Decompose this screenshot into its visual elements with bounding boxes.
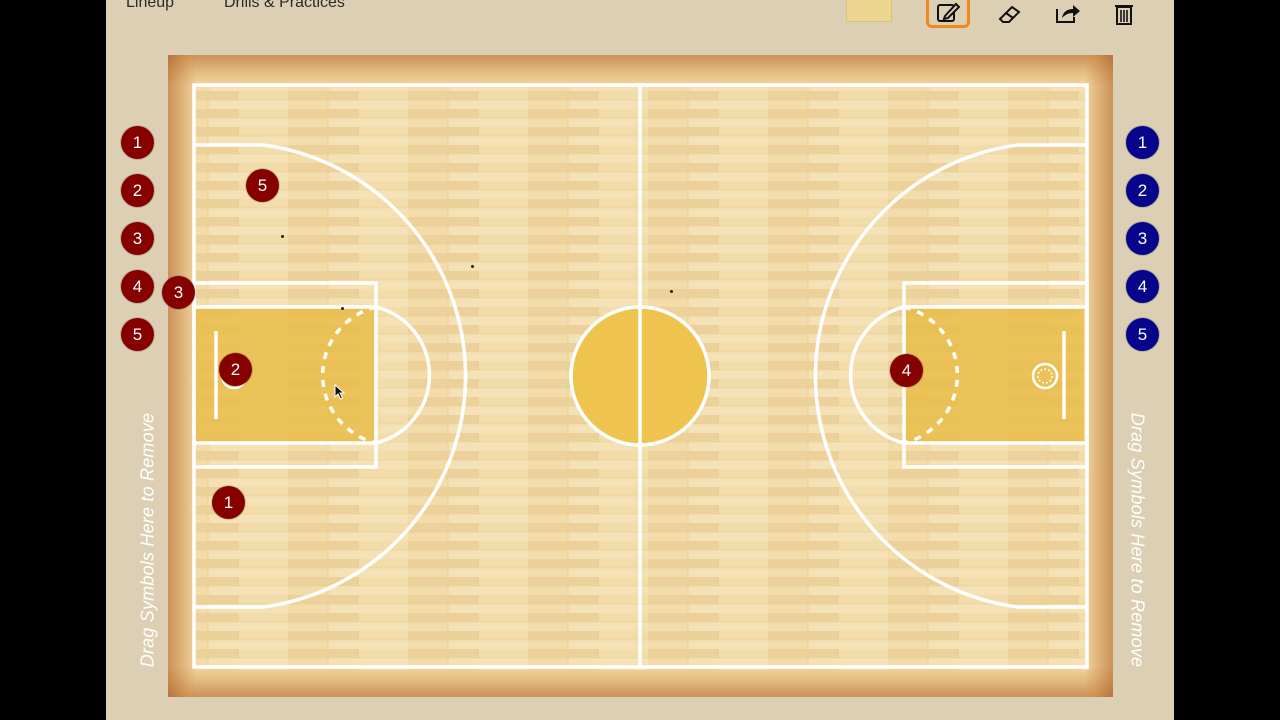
menu-drills-practices[interactable]: Drills & Practices <box>224 0 345 12</box>
red-bench-token[interactable]: 3 <box>121 222 154 255</box>
share-button[interactable] <box>1046 0 1090 28</box>
blue-bench-token[interactable]: 4 <box>1126 270 1159 303</box>
court-player-token[interactable]: 5 <box>246 169 279 202</box>
court-player-token[interactable]: 4 <box>890 354 923 387</box>
blue-bench-token[interactable]: 3 <box>1126 222 1159 255</box>
remove-zone-right[interactable]: Drag Symbols Here to Remove <box>1127 413 1148 668</box>
eraser-button[interactable] <box>988 0 1032 28</box>
eraser-icon <box>998 5 1021 23</box>
blue-bench-token[interactable]: 2 <box>1126 174 1159 207</box>
court-player-token[interactable]: 3 <box>162 276 195 309</box>
blue-bench-token[interactable]: 1 <box>1126 126 1159 159</box>
playbook-thumbnail[interactable] <box>846 0 892 22</box>
remove-zone-left[interactable]: Drag Symbols Here to Remove <box>138 413 159 668</box>
edit-icon <box>937 2 960 22</box>
trash-icon <box>1115 5 1133 25</box>
red-bench-token[interactable]: 2 <box>121 174 154 207</box>
red-bench-token[interactable]: 1 <box>121 126 154 159</box>
court-marker-dot <box>341 307 344 310</box>
court-lines <box>192 83 1089 670</box>
mouse-cursor-icon <box>334 384 346 400</box>
basketball-court[interactable] <box>168 55 1113 697</box>
red-bench-token[interactable]: 5 <box>121 318 154 351</box>
court-marker-dot <box>670 290 673 293</box>
share-icon <box>1056 5 1080 23</box>
blue-bench-token[interactable]: 5 <box>1126 318 1159 351</box>
court-player-token[interactable]: 2 <box>219 353 252 386</box>
trash-button[interactable] <box>1102 0 1146 28</box>
court-marker-dot <box>471 265 474 268</box>
court-player-token[interactable]: 1 <box>212 486 245 519</box>
court-marker-dot <box>281 235 284 238</box>
menu-lineup[interactable]: Lineup <box>126 0 174 12</box>
red-bench-token[interactable]: 4 <box>121 270 154 303</box>
edit-button[interactable] <box>926 0 970 28</box>
